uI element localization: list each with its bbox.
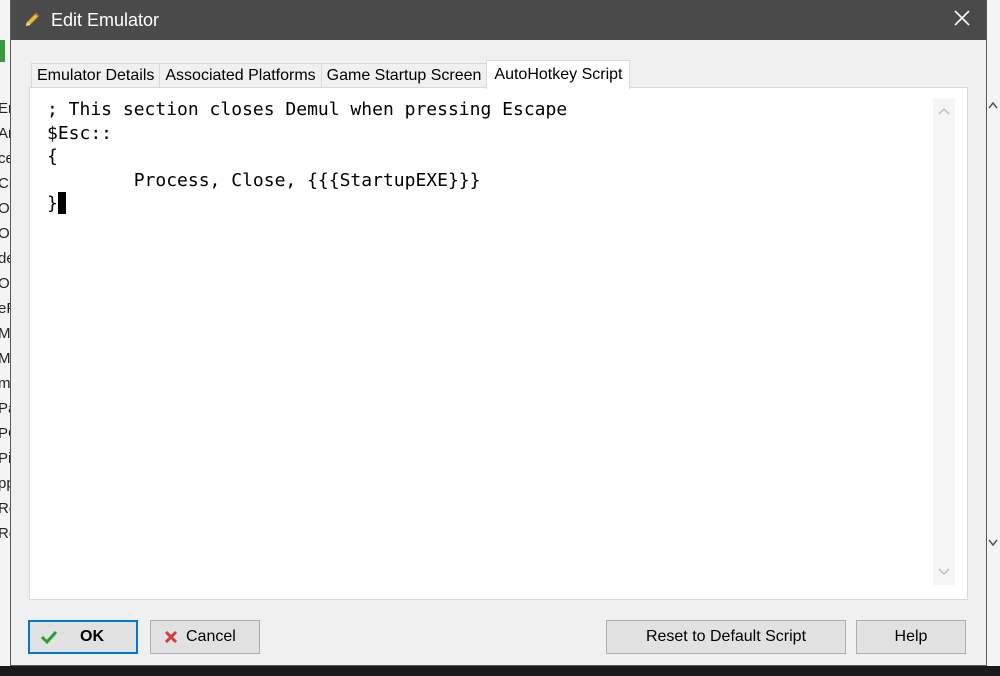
tab-associated-platforms[interactable]: Associated Platforms <box>159 63 322 88</box>
close-icon <box>954 9 970 31</box>
tab-strip: Emulator Details Associated Platforms Ga… <box>31 60 631 89</box>
editor-scrollbar[interactable] <box>933 98 955 585</box>
script-line: } <box>47 193 58 214</box>
script-editor[interactable]: ; This section closes Demul when pressin… <box>47 98 927 578</box>
chevron-up-icon[interactable] <box>933 100 955 122</box>
tab-emulator-details[interactable]: Emulator Details <box>31 63 161 88</box>
cancel-button[interactable]: Cancel <box>150 620 260 654</box>
script-line: Process, Close, {{{StartupEXE}}} <box>47 169 481 191</box>
cancel-button-label: Cancel <box>186 628 236 645</box>
edit-emulator-dialog: Edit Emulator Emulator Details Associate… <box>10 0 987 666</box>
chevron-down-icon <box>988 538 998 550</box>
background-fragment: O <box>0 200 10 217</box>
close-button[interactable] <box>938 0 986 40</box>
tab-game-startup-screen[interactable]: Game Startup Screen <box>320 63 488 88</box>
reset-to-default-script-button[interactable]: Reset to Default Script <box>606 620 846 654</box>
background-fragment: M <box>0 350 11 367</box>
background-fragment: O <box>0 225 10 242</box>
ok-button-label: OK <box>80 628 104 645</box>
pencil-icon <box>23 10 43 30</box>
title-bar[interactable]: Edit Emulator <box>11 0 986 40</box>
text-caret <box>57 192 66 214</box>
script-line-last: } <box>47 192 927 216</box>
background-fragment: O <box>0 275 10 292</box>
script-panel: ; This section closes Demul when pressin… <box>29 87 968 600</box>
background-app-scrollbar <box>986 0 1000 676</box>
chevron-up-icon <box>988 100 998 112</box>
script-line: $Esc:: <box>47 122 113 144</box>
window-title: Edit Emulator <box>51 9 160 30</box>
tab-autohotkey-script[interactable]: AutoHotkey Script <box>486 60 631 89</box>
script-line: { <box>47 146 58 167</box>
help-button[interactable]: Help <box>856 620 966 654</box>
background-fragment: M <box>0 325 11 342</box>
checkmark-icon <box>40 629 58 645</box>
red-x-icon <box>164 630 178 644</box>
script-line: ; This section closes Demul when pressin… <box>47 99 568 120</box>
background-app-footer <box>0 666 1000 676</box>
background-fragment: m <box>0 375 11 392</box>
ok-button[interactable]: OK <box>28 620 138 654</box>
chevron-down-icon[interactable] <box>933 561 955 583</box>
background-app-accent <box>0 40 5 62</box>
